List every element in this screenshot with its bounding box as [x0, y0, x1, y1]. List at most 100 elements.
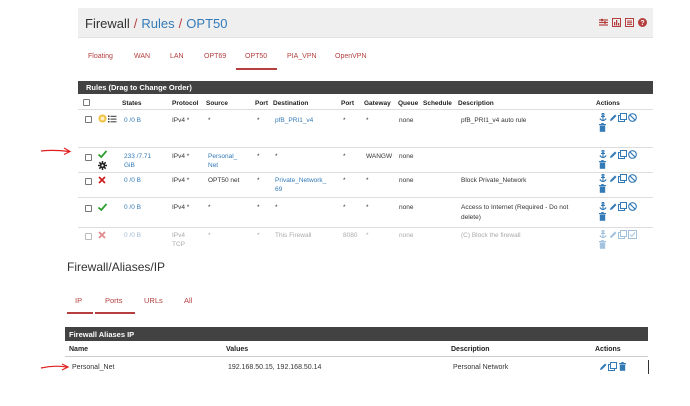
copy-icon[interactable] — [608, 362, 617, 371]
help-icon[interactable]: ? — [637, 17, 647, 27]
tab-pia-vpn[interactable]: PIA_VPN — [287, 53, 317, 60]
annotation-arrow — [40, 363, 70, 371]
col-source: Source — [206, 100, 229, 107]
breadcrumb-rules[interactable]: Rules — [141, 16, 174, 31]
copy-icon[interactable] — [618, 150, 627, 159]
trash-icon[interactable] — [598, 160, 607, 169]
states-link[interactable]: 0 /0 B — [124, 176, 141, 185]
select-all-checkbox[interactable] — [83, 99, 90, 106]
active-tab-indicator — [67, 312, 93, 314]
destination-link[interactable]: Private_Network_ — [275, 176, 326, 185]
anchor-icon[interactable] — [598, 202, 607, 211]
breadcrumb-interface[interactable]: OPT50 — [186, 16, 227, 31]
disable-icon[interactable] — [628, 150, 637, 159]
breadcrumb-ip[interactable]: IP — [154, 260, 165, 274]
states-link[interactable]: 0 /0 B — [124, 231, 141, 240]
copy-icon[interactable] — [618, 202, 627, 211]
pencil-icon[interactable] — [608, 113, 617, 122]
states-link[interactable]: 0 /0 B — [124, 203, 141, 212]
settings-sliders-icon[interactable] — [598, 17, 608, 27]
copy-icon[interactable] — [618, 174, 627, 183]
enable-checkbox-icon[interactable] — [628, 230, 637, 239]
anchor-icon[interactable] — [598, 113, 607, 122]
col-dest-port: Port — [341, 100, 354, 107]
row-checkbox[interactable] — [85, 205, 92, 212]
queue-cell: none — [399, 232, 414, 239]
states-link-cont[interactable]: GiB — [124, 161, 135, 170]
anchor-icon[interactable] — [598, 150, 607, 159]
pencil-icon[interactable] — [598, 362, 607, 371]
pencil-icon[interactable] — [608, 174, 617, 183]
queue-cell: none — [399, 177, 414, 184]
col-actions: Actions — [595, 346, 621, 353]
destination-cell: * — [275, 204, 278, 211]
tab-opt69[interactable]: OPT69 — [204, 53, 226, 60]
anchor-icon[interactable] — [598, 174, 607, 183]
trash-icon[interactable] — [598, 240, 607, 249]
col-description: Description — [458, 100, 494, 107]
breadcrumb-firewall[interactable]: Firewall — [67, 260, 108, 274]
col-states: States — [122, 100, 142, 107]
tab-ip[interactable]: IP — [75, 296, 82, 305]
checkmark-icon — [97, 150, 108, 160]
row-checkbox[interactable] — [85, 116, 92, 123]
list-icon[interactable] — [624, 17, 634, 27]
row-checkbox[interactable] — [85, 233, 92, 240]
list-icon[interactable] — [108, 115, 117, 125]
pencil-icon[interactable] — [608, 230, 617, 239]
source-cell: * — [208, 232, 211, 239]
trash-icon[interactable] — [598, 184, 607, 193]
trash-icon[interactable] — [618, 362, 627, 371]
pencil-icon[interactable] — [608, 150, 617, 159]
disable-icon[interactable] — [628, 174, 637, 183]
trash-icon[interactable] — [598, 123, 607, 132]
gateway-cell: * — [366, 177, 369, 184]
aliases-panel: Firewall/Aliases/IP IP Ports URLs All Fi… — [65, 257, 649, 382]
active-tab-indicator — [236, 68, 277, 70]
hover-tab-indicator — [95, 312, 135, 314]
disable-icon[interactable] — [628, 202, 637, 211]
tab-lan[interactable]: LAN — [170, 53, 184, 60]
pencil-icon[interactable] — [608, 202, 617, 211]
gateway-cell: * — [366, 204, 369, 211]
source-link[interactable]: Personal_ — [208, 152, 237, 161]
tab-all[interactable]: All — [184, 296, 192, 305]
copy-icon[interactable] — [618, 230, 627, 239]
source-link-cont[interactable]: Net — [208, 161, 218, 170]
queue-cell: none — [399, 153, 414, 160]
cross-icon — [98, 231, 106, 241]
col-queue: Queue — [398, 100, 419, 107]
states-link[interactable]: 233 /7.71 — [124, 152, 151, 161]
col-actions: Actions — [596, 100, 620, 107]
source-cell: * — [208, 204, 211, 211]
aliases-header: Firewall/Aliases/IP — [65, 257, 648, 277]
destination-link[interactable]: pfB_PRI1_v4 — [275, 116, 313, 125]
cross-icon — [98, 176, 106, 186]
tab-floating[interactable]: Floating — [88, 53, 113, 60]
tab-opt50[interactable]: OPT50 — [245, 53, 267, 60]
breadcrumb-aliases[interactable]: Aliases — [112, 260, 151, 274]
description-cell: pfB_PRI1_v4 auto rule — [461, 117, 527, 124]
copy-icon[interactable] — [618, 113, 627, 122]
bar-chart-icon[interactable] — [611, 17, 621, 27]
row-checkbox[interactable] — [85, 178, 92, 185]
col-gateway: Gateway — [364, 100, 391, 107]
col-name: Name — [69, 346, 89, 353]
trash-icon[interactable] — [598, 212, 607, 221]
tab-urls[interactable]: URLs — [144, 296, 163, 305]
anchor-icon[interactable] — [598, 230, 607, 239]
tab-wan[interactable]: WAN — [134, 53, 150, 60]
breadcrumb-firewall[interactable]: Firewall — [85, 16, 130, 31]
tab-ports[interactable]: Ports — [105, 296, 123, 305]
disable-icon[interactable] — [628, 113, 637, 122]
states-link[interactable]: 0 /0 B — [124, 116, 141, 125]
destination-link-cont[interactable]: 69 — [275, 185, 282, 194]
protocol-cell: IPv4 * — [172, 153, 190, 160]
gateway-cell: WANGW — [366, 153, 393, 160]
row-checkbox[interactable] — [85, 154, 92, 161]
dest-port-cell: 8080 — [343, 232, 358, 239]
col-protocol: Protocol — [172, 100, 199, 107]
port-cell: * — [257, 177, 260, 184]
breadcrumb: Firewall/Aliases/IP — [67, 260, 166, 274]
tab-openvpn[interactable]: OpenVPN — [335, 53, 367, 60]
